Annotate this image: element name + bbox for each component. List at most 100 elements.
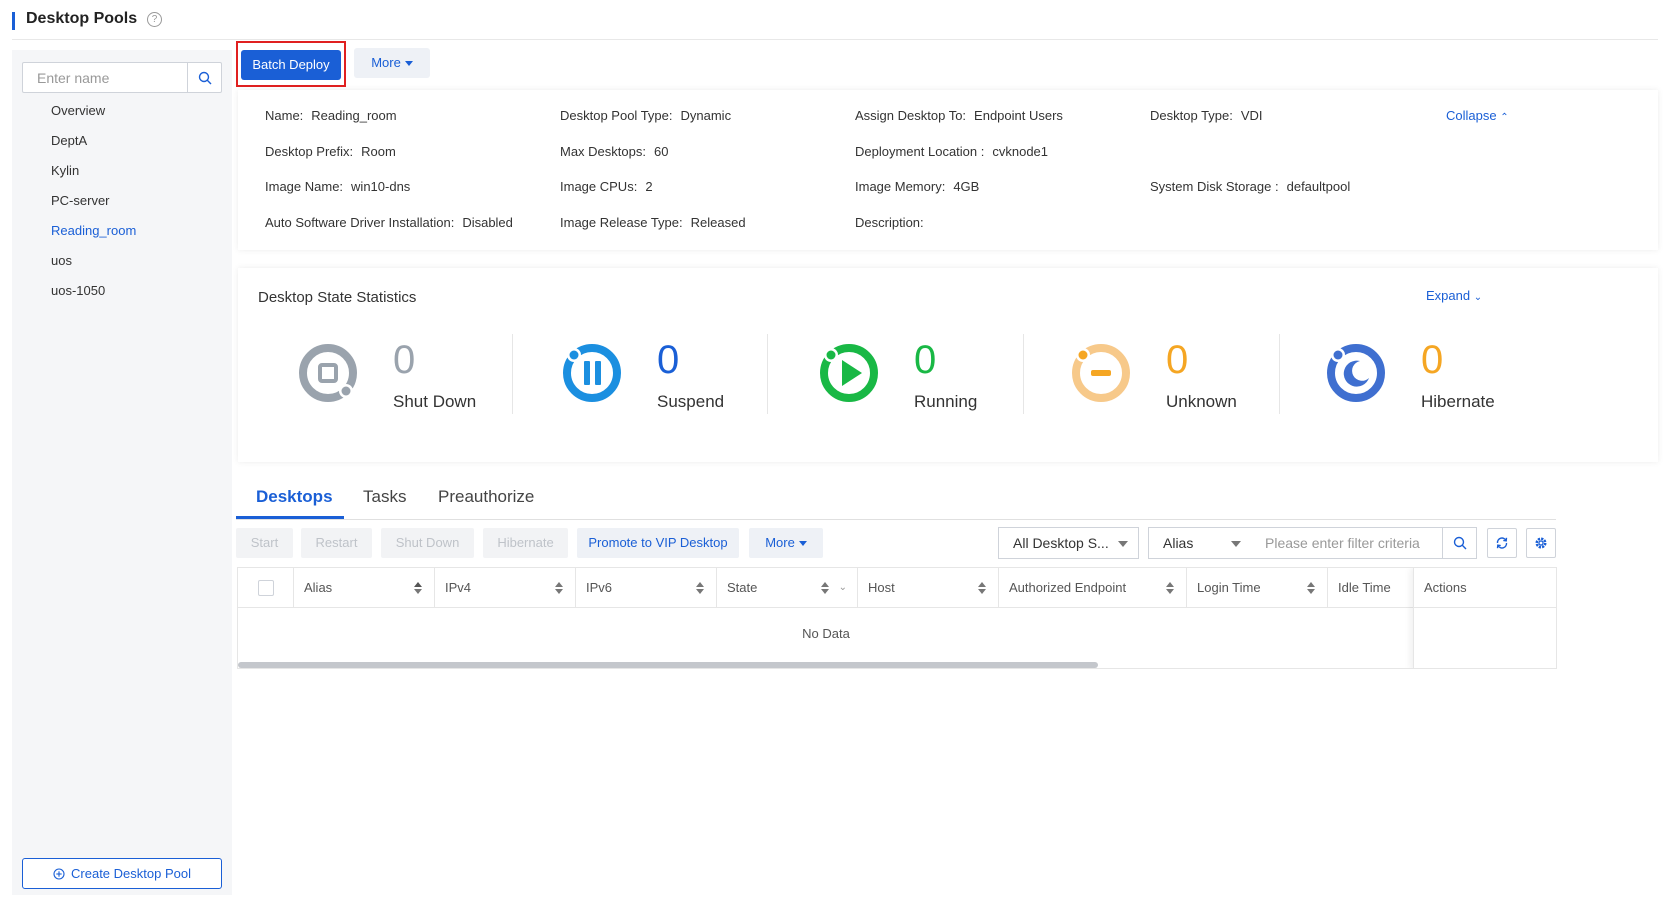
filter-chevron-icon[interactable]: ⌄: [839, 568, 847, 608]
info-auto-driver: Auto Software Driver Installation: Disabl…: [265, 215, 513, 230]
info-deployment-location: Deployment Location : cvknode1: [855, 144, 1049, 159]
tab-preauthorize[interactable]: Preauthorize: [438, 487, 534, 507]
column-host[interactable]: Host: [858, 568, 999, 608]
sort-icon: [555, 582, 563, 594]
stat-running-label: Running: [914, 392, 978, 411]
filter-field-select[interactable]: Alias: [1148, 527, 1252, 559]
pool-info-card: Name: Reading_room Desktop Pool Type: Dyna…: [238, 90, 1658, 250]
info-assign-to: Assign Desktop To: Endpoint Users: [855, 108, 1063, 123]
more-actions-button[interactable]: More: [354, 48, 430, 78]
column-login-time[interactable]: Login Time: [1187, 568, 1328, 608]
horizontal-scrollbar[interactable]: [238, 662, 1098, 668]
stat-shut-down-value: 0: [393, 338, 416, 382]
sidebar-item-depta[interactable]: DeptA: [12, 126, 232, 156]
sidebar-item-uos[interactable]: uos: [12, 246, 232, 276]
pool-search: [22, 62, 222, 93]
filter-search-button[interactable]: [1442, 528, 1476, 558]
stat-divider: [1279, 334, 1280, 414]
toolbar-more-button[interactable]: More: [749, 528, 823, 558]
collapse-link[interactable]: Collapse ⌃: [1446, 108, 1509, 123]
settings-button[interactable]: [1526, 528, 1556, 558]
hibernate-button[interactable]: Hibernate: [483, 528, 568, 558]
search-icon: [1453, 536, 1466, 550]
desktop-state-select-value: All Desktop S...: [1013, 535, 1109, 551]
actions-column: Actions: [1413, 568, 1556, 668]
sidebar-item-reading-room[interactable]: Reading_room: [12, 216, 232, 246]
question-circle-icon[interactable]: ?: [147, 12, 162, 27]
expand-link[interactable]: Expand ⌄: [1426, 288, 1482, 303]
stat-hibernate: 0 Hibernate: [1323, 338, 1579, 420]
info-image-cpus: Image CPUs: 2: [560, 179, 653, 194]
tab-desktops[interactable]: Desktops: [256, 487, 333, 507]
pool-search-input[interactable]: [23, 63, 188, 92]
pool-list: Overview DeptA Kylin PC-server Reading_r…: [12, 96, 232, 306]
sort-icon: [696, 582, 704, 594]
start-button[interactable]: Start: [236, 528, 293, 558]
restart-button[interactable]: Restart: [301, 528, 372, 558]
desktops-table: Alias IPv4 IPv6 State ⌄ Host Authorized …: [237, 567, 1557, 669]
stat-unknown: 0 Unknown: [1068, 338, 1324, 420]
pool-search-button[interactable]: [187, 63, 221, 92]
column-alias[interactable]: Alias: [294, 568, 435, 608]
info-max-desktops: Max Desktops: 60: [560, 144, 669, 159]
column-idle-time[interactable]: Idle Time: [1328, 568, 1418, 608]
sort-icon: [1166, 582, 1174, 594]
moon-circle-icon: [1327, 344, 1385, 402]
stat-unknown-value: 0: [1166, 338, 1189, 382]
stat-suspend-label: Suspend: [657, 392, 725, 411]
sidebar-item-pc-server[interactable]: PC-server: [12, 186, 232, 216]
batch-deploy-button[interactable]: Batch Deploy: [241, 50, 341, 80]
pause-circle-icon: [563, 344, 621, 402]
desktop-tabs: Desktops Tasks Preauthorize: [236, 480, 1556, 520]
column-ipv4[interactable]: IPv4: [435, 568, 576, 608]
sidebar-item-uos-1050[interactable]: uos-1050: [12, 276, 232, 306]
stop-circle-icon: [299, 344, 357, 402]
column-actions: Actions: [1414, 568, 1556, 608]
desktop-state-select[interactable]: All Desktop S...: [998, 527, 1139, 559]
info-description: Description:: [855, 215, 924, 230]
column-authorized-endpoint[interactable]: Authorized Endpoint: [999, 568, 1187, 608]
more-actions-label: More: [371, 55, 401, 70]
shut-down-button[interactable]: Shut Down: [381, 528, 474, 558]
stat-hibernate-label: Hibernate: [1421, 392, 1495, 411]
sidebar-item-overview[interactable]: Overview: [12, 96, 232, 126]
column-state[interactable]: State ⌄: [717, 568, 858, 608]
promote-vip-button[interactable]: Promote to VIP Desktop: [577, 528, 739, 558]
stat-suspend: 0 Suspend: [559, 338, 815, 420]
create-desktop-pool-label: Create Desktop Pool: [71, 866, 191, 881]
sidebar-item-kylin[interactable]: Kylin: [12, 156, 232, 186]
page-title: Desktop Pools: [26, 10, 138, 27]
page-header: Desktop Pools ?: [12, 8, 1658, 40]
batch-deploy-highlight: Batch Deploy: [236, 41, 346, 87]
refresh-button[interactable]: [1487, 528, 1517, 558]
select-all-checkbox[interactable]: [258, 580, 274, 596]
tab-tasks[interactable]: Tasks: [363, 487, 406, 507]
desktops-toolbar: Start Restart Shut Down Hibernate Promot…: [236, 527, 1556, 559]
info-image-name: Image Name: win10-dns: [265, 179, 411, 194]
stat-divider: [1023, 334, 1024, 414]
desktop-state-statistics: Desktop State Statistics Expand ⌄ 0 Shut…: [238, 268, 1658, 462]
column-ipv6[interactable]: IPv6: [576, 568, 717, 608]
filter-criteria-input[interactable]: [1251, 528, 1441, 558]
toolbar-more-label: More: [765, 535, 795, 550]
info-system-disk-storage: System Disk Storage : defaultpool: [1150, 179, 1351, 194]
search-icon: [198, 71, 211, 84]
chevron-down-icon: ⌄: [1473, 292, 1483, 303]
stat-unknown-label: Unknown: [1166, 392, 1237, 411]
filter-box: [1251, 527, 1477, 559]
create-desktop-pool-button[interactable]: Create Desktop Pool: [22, 858, 222, 889]
minus-circle-icon: [1072, 344, 1130, 402]
empty-state: No Data: [802, 626, 850, 641]
chevron-up-icon: ⌃: [1500, 112, 1509, 123]
stat-divider: [767, 334, 768, 414]
stat-running-value: 0: [914, 338, 937, 382]
plus-circle-icon: [53, 867, 65, 880]
play-circle-icon: [820, 344, 878, 402]
sort-icon: [1307, 582, 1315, 594]
refresh-icon: [1496, 537, 1508, 549]
info-pool-type: Desktop Pool Type: Dynamic: [560, 108, 732, 123]
stat-shut-down-label: Shut Down: [393, 392, 477, 411]
gear-icon: [1535, 537, 1547, 549]
info-release-type: Image Release Type: Released: [560, 215, 746, 230]
stat-hibernate-value: 0: [1421, 338, 1444, 382]
